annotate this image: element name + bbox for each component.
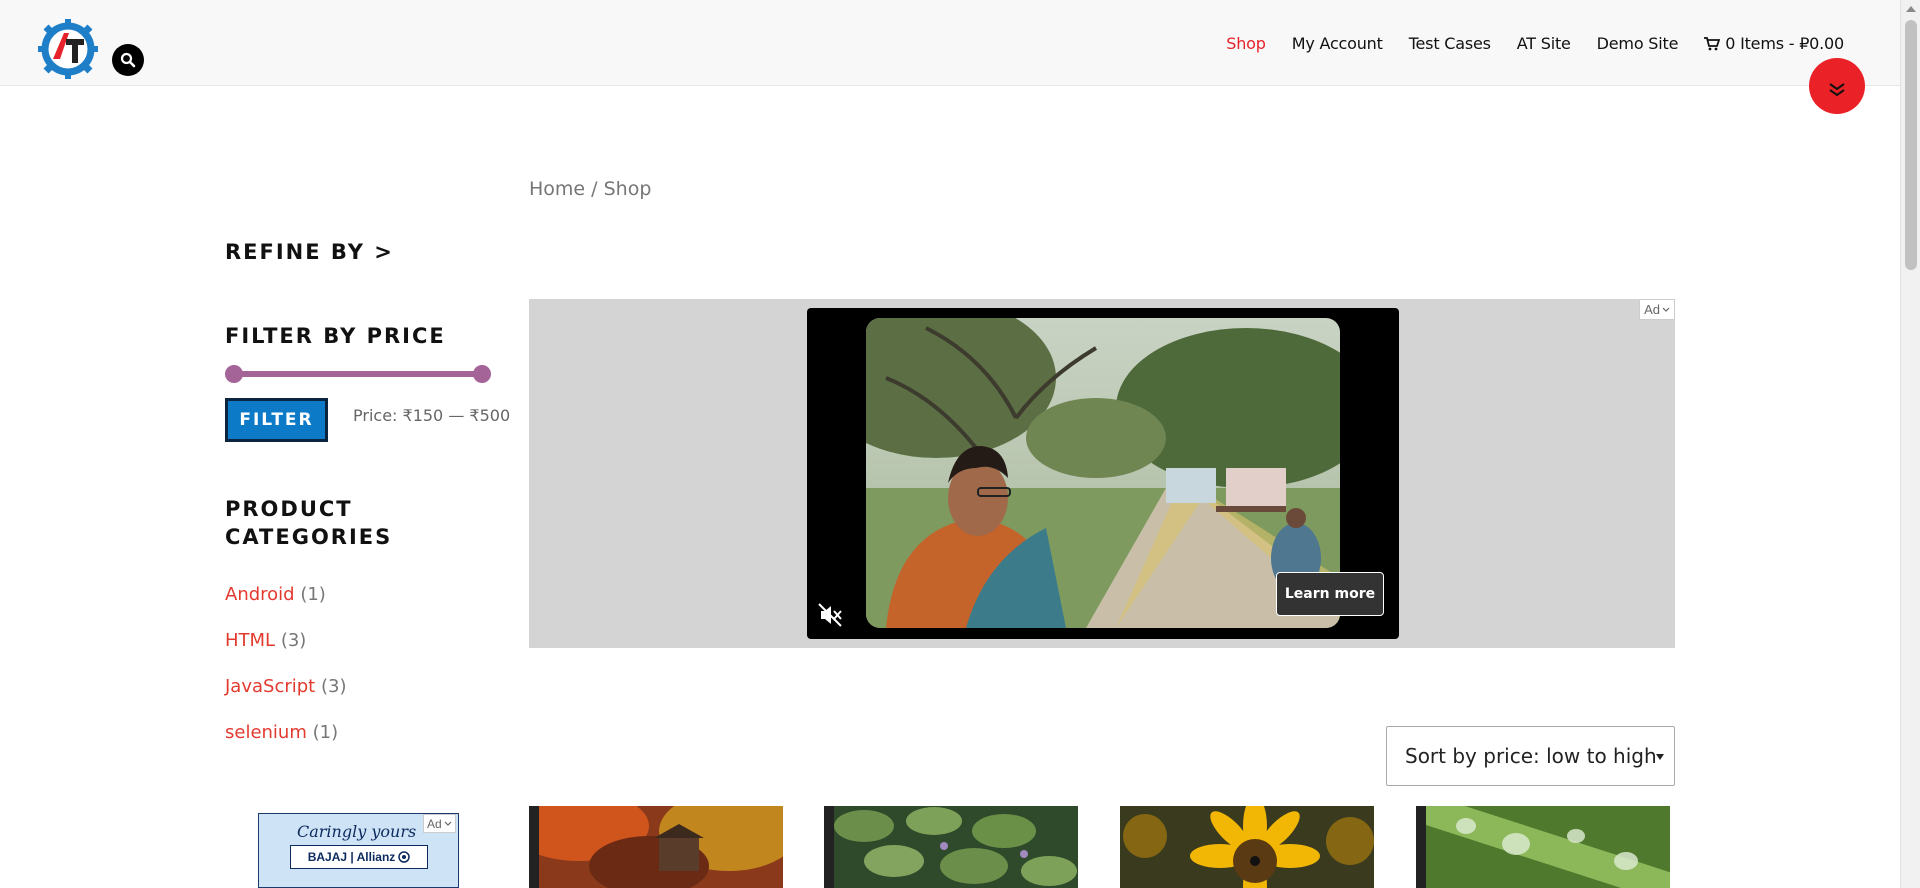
category-count: (3) — [320, 676, 347, 697]
learn-more-button[interactable]: Learn more — [1276, 572, 1384, 616]
site-logo-icon[interactable] — [36, 17, 100, 81]
product-card[interactable] — [1416, 806, 1670, 888]
breadcrumb-separator: / — [591, 178, 598, 200]
price-slider-track[interactable] — [232, 371, 484, 377]
nav-item-at-site[interactable]: AT Site — [1517, 34, 1571, 53]
sidebar-ad-tag[interactable]: Ad — [423, 814, 456, 833]
nav-item-shop[interactable]: Shop — [1226, 34, 1266, 53]
breadcrumb: Home / Shop — [529, 178, 651, 200]
search-button[interactable] — [112, 44, 144, 76]
price-range-label: Price: ₹150 — ₹500 — [353, 406, 511, 425]
sidebar-ad-brand-text: BAJAJ | Allianz — [307, 850, 396, 864]
product-image-autumn-mill — [529, 806, 783, 888]
filter-by-price-heading: FILTER BY PRICE — [225, 324, 446, 348]
sort-selected-value: Sort by price: low to high — [1405, 744, 1657, 768]
page-scrollbar[interactable] — [1900, 0, 1920, 888]
mute-icon[interactable] — [815, 600, 845, 630]
category-link-android[interactable]: Android — [225, 584, 295, 605]
product-image-sunflower — [1120, 806, 1374, 888]
sidebar-ad-tag-label: Ad — [427, 816, 442, 831]
product-card[interactable] — [824, 806, 1078, 888]
category-item: selenium (1) — [225, 722, 346, 768]
scroll-down-button[interactable] — [1809, 58, 1865, 114]
price-slider-max-handle[interactable] — [473, 365, 491, 383]
double-chevron-down-icon — [1829, 83, 1845, 97]
product-image-water-lilies — [824, 806, 1078, 888]
brand-logo-icon — [398, 851, 411, 863]
video-frame-image — [866, 318, 1340, 628]
product-card[interactable] — [529, 806, 783, 888]
site-header: Shop My Account Test Cases AT Site Demo … — [0, 0, 1900, 86]
caret-down-icon — [1656, 754, 1664, 760]
nav-item-my-account[interactable]: My Account — [1292, 34, 1383, 53]
sidebar-ad-headline: Caringly yours — [297, 822, 417, 841]
video-ad: Ad Learn more — [529, 299, 1675, 648]
price-slider-min-handle[interactable] — [225, 365, 243, 383]
scrollbar-thumb[interactable] — [1905, 20, 1917, 270]
cart-summary: 0 Items - ₽0.00 — [1725, 34, 1844, 53]
cart-link[interactable]: 0 Items - ₽0.00 — [1704, 34, 1844, 53]
scroll-up-arrow-icon[interactable] — [1906, 6, 1916, 12]
sort-select[interactable]: Sort by price: low to high — [1386, 726, 1675, 786]
ad-choices-tag[interactable]: Ad — [1639, 299, 1675, 320]
category-list: Android (1) HTML (3) JavaScript (3) sele… — [225, 584, 346, 768]
ad-tag-label: Ad — [1644, 302, 1660, 317]
category-count: (1) — [300, 584, 326, 605]
filter-button[interactable]: FILTER — [225, 398, 328, 442]
category-link-selenium[interactable]: selenium — [225, 722, 307, 743]
breadcrumb-current: Shop — [603, 178, 652, 200]
sidebar-ad-brand: BAJAJ | Allianz — [290, 845, 428, 869]
product-image-water-drops — [1416, 806, 1670, 888]
category-link-html[interactable]: HTML — [225, 630, 275, 651]
category-item: HTML (3) — [225, 630, 346, 676]
video-player[interactable]: Learn more — [807, 308, 1399, 639]
category-count: (1) — [312, 722, 339, 743]
category-link-javascript[interactable]: JavaScript — [225, 676, 315, 697]
category-count: (3) — [280, 630, 307, 651]
main-nav: Shop My Account Test Cases AT Site Demo … — [1226, 34, 1844, 53]
refine-by-heading: REFINE BY > — [225, 240, 394, 264]
breadcrumb-home[interactable]: Home — [529, 178, 585, 200]
category-item: Android (1) — [225, 584, 346, 630]
nav-item-test-cases[interactable]: Test Cases — [1409, 34, 1491, 53]
chevron-down-icon — [444, 821, 452, 826]
category-item: JavaScript (3) — [225, 676, 346, 722]
product-categories-heading: PRODUCT CATEGORIES — [225, 497, 393, 549]
cart-icon — [1704, 36, 1721, 50]
nav-item-demo-site[interactable]: Demo Site — [1597, 34, 1679, 53]
chevron-down-icon — [1662, 307, 1670, 312]
search-icon — [120, 52, 136, 68]
product-card[interactable] — [1120, 806, 1374, 888]
